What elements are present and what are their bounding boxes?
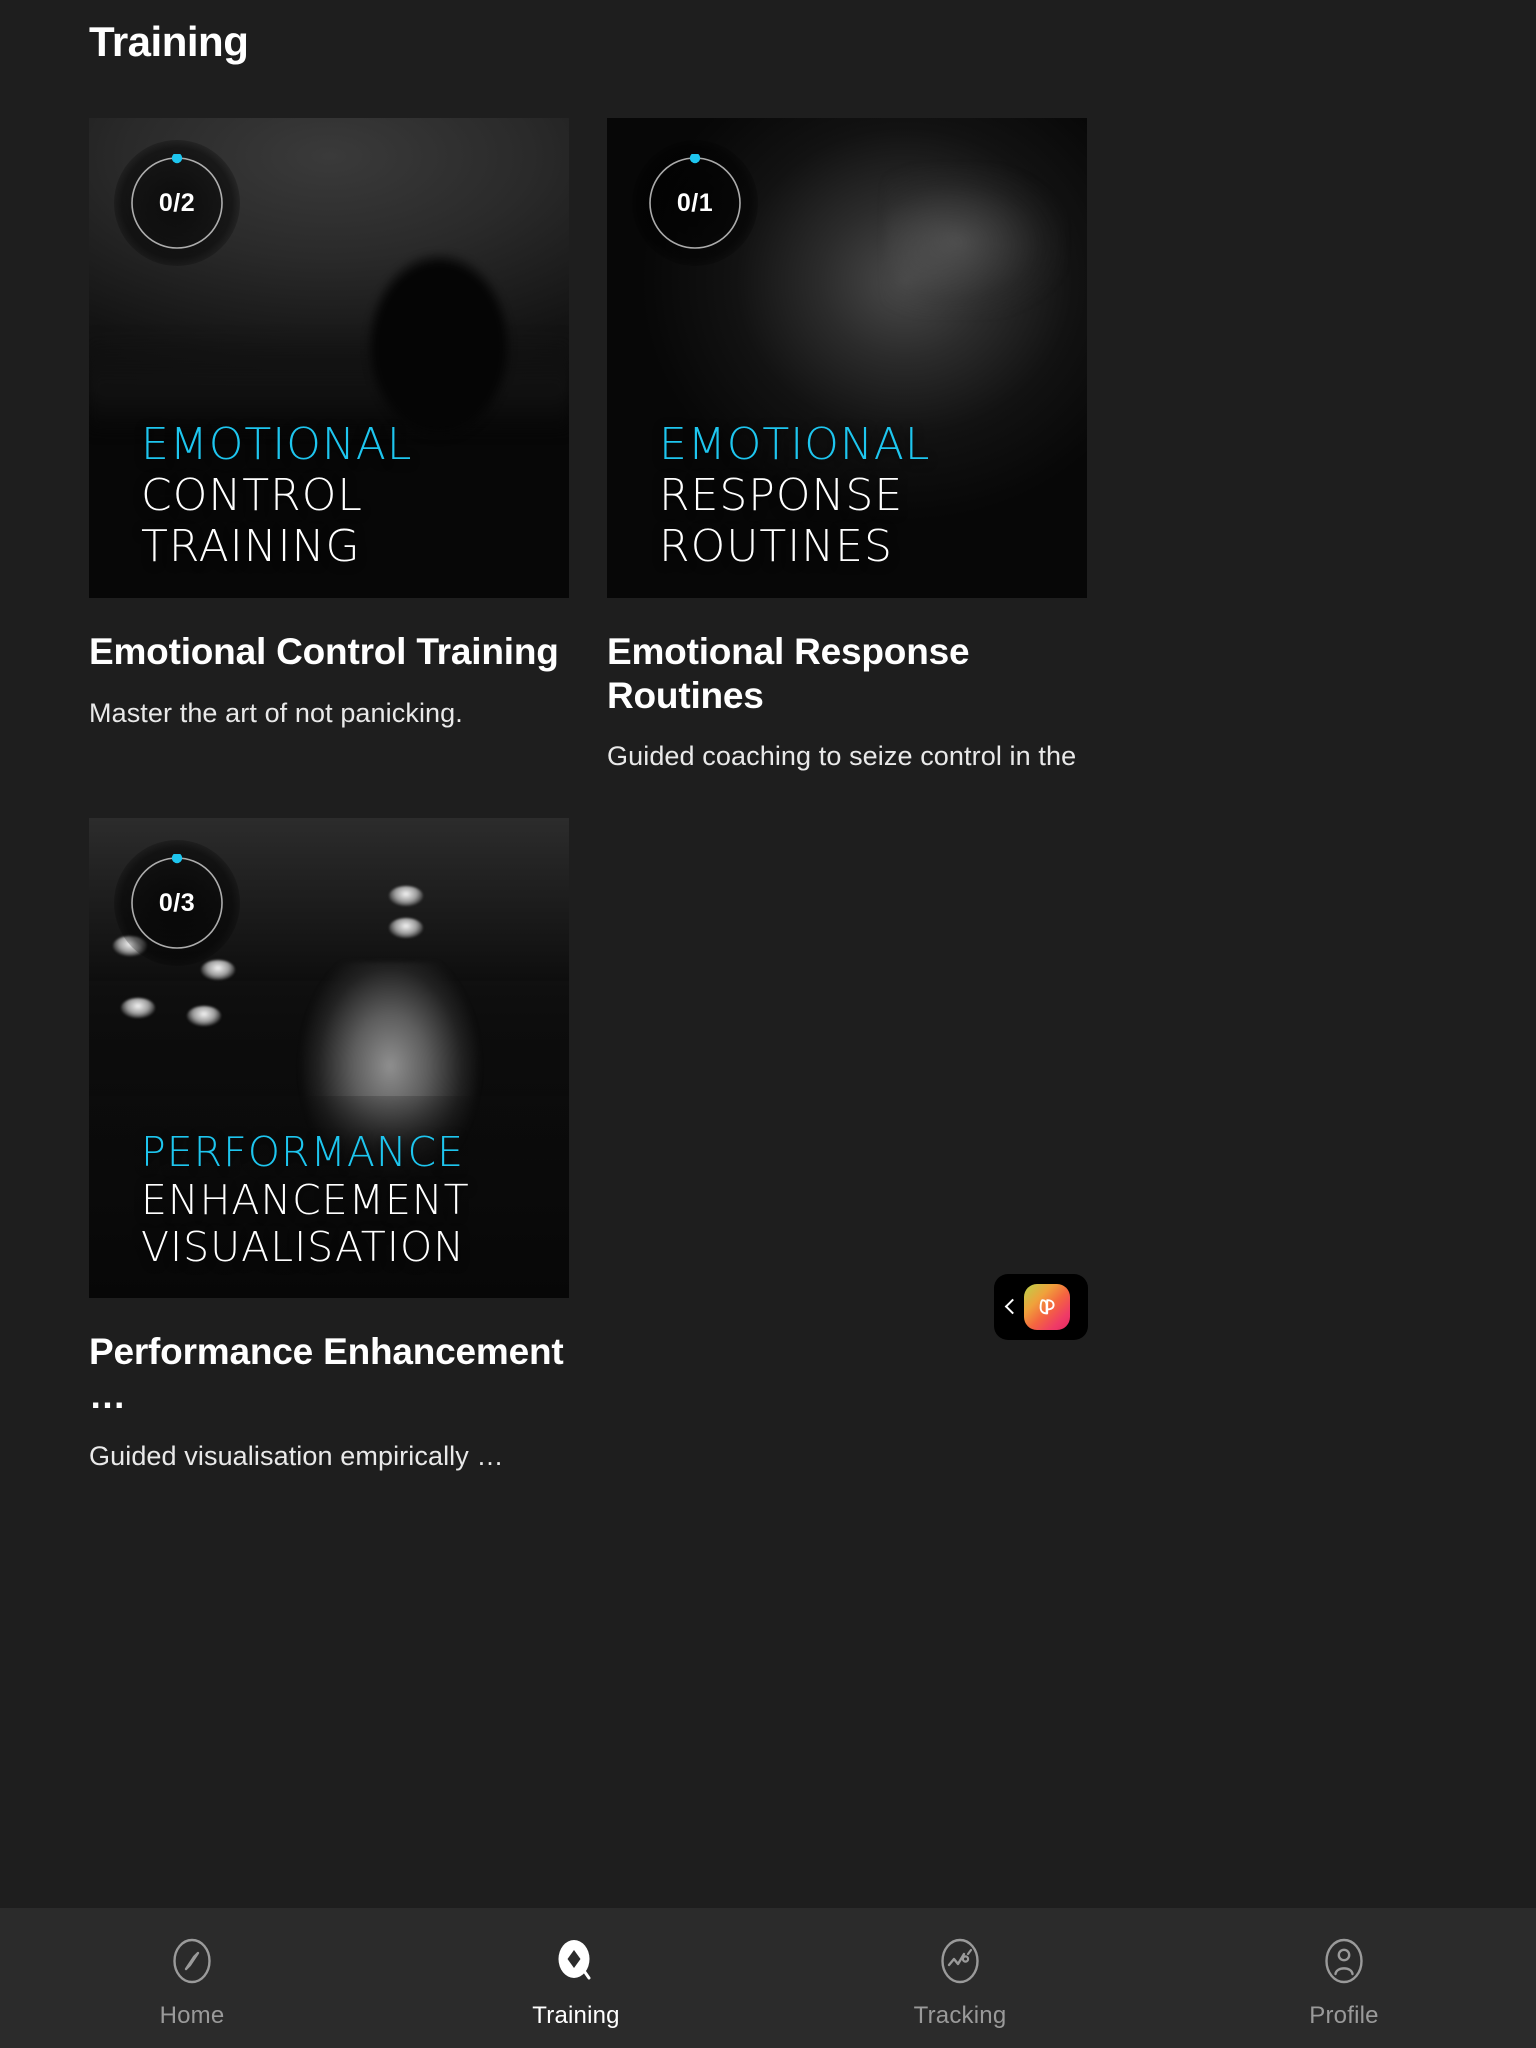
nav-label: Profile: [1309, 2001, 1379, 2029]
training-card[interactable]: 0/1 EMOTIONAL RESPONSE ROUTINES Emotiona…: [607, 118, 1087, 772]
card-description: Guided coaching to seize control in the …: [607, 741, 1087, 772]
progress-ring-label: 0/2: [158, 188, 196, 217]
card-media-caption: EMOTIONAL CONTROL TRAINING: [141, 419, 412, 572]
card-description: Guided visualisation empirically …: [89, 1441, 504, 1472]
training-card[interactable]: 0/2 EMOTIONAL CONTROL TRAINING Emotional…: [89, 118, 569, 729]
nav-label: Tracking: [913, 2001, 1007, 2029]
training-screen: Training 0/2 EMOTIONAL CONTROL TRAINING: [0, 0, 1536, 2048]
progress-ring-label: 0/1: [676, 188, 714, 217]
card-description: Master the art of not panicking.: [89, 697, 463, 728]
progress-ring-badge: 0/1: [632, 140, 758, 266]
card-title: Emotional Control Training: [89, 631, 559, 672]
caption-line-2: ENHANCEMENT: [141, 1175, 470, 1224]
progress-ring-badge: 0/3: [114, 840, 240, 966]
card-media-caption: PERFORMANCE ENHANCEMENT VISUALISATION: [141, 1129, 470, 1272]
compass-icon: [173, 1938, 211, 1983]
person-icon: [1325, 1938, 1363, 1983]
card-media[interactable]: 0/2 EMOTIONAL CONTROL TRAINING: [89, 118, 569, 598]
brand-glyph: [1039, 1299, 1055, 1315]
caption-line-2: CONTROL: [141, 469, 363, 521]
nav-item-profile[interactable]: Profile: [1152, 1908, 1536, 2048]
card-title: Emotional Response Routines: [607, 631, 970, 716]
chevron-left-icon[interactable]: [1003, 1297, 1017, 1317]
card-media-caption: EMOTIONAL RESPONSE ROUTINES: [659, 419, 930, 572]
brand-logo-icon[interactable]: [1024, 1284, 1070, 1330]
training-card[interactable]: 0/3 PERFORMANCE ENHANCEMENT VISUALISATIO…: [89, 818, 569, 1472]
card-media[interactable]: 0/1 EMOTIONAL RESPONSE ROUTINES: [607, 118, 1087, 598]
caption-line-1: PERFORMANCE: [141, 1128, 465, 1177]
caption-line-1: EMOTIONAL: [659, 418, 931, 470]
trendline-icon: [941, 1938, 979, 1983]
nav-label: Training: [532, 2001, 620, 2029]
progress-ring-label: 0/3: [158, 888, 196, 917]
caption-line-1: EMOTIONAL: [141, 418, 413, 470]
nav-item-home[interactable]: Home: [0, 1908, 384, 2048]
bottom-nav: Home Training Tracking Profile: [0, 1908, 1536, 2048]
diamond-icon: [558, 1939, 591, 1979]
card-title: Performance Enhancement …: [89, 1331, 564, 1416]
nav-item-training[interactable]: Training: [384, 1908, 768, 2048]
caption-line-3: ROUTINES: [659, 520, 893, 572]
nav-item-tracking[interactable]: Tracking: [768, 1908, 1152, 2048]
caption-line-2: RESPONSE: [659, 469, 904, 521]
caption-line-3: VISUALISATION: [141, 1223, 465, 1272]
caption-line-3: TRAINING: [141, 520, 361, 572]
progress-ring-badge: 0/2: [114, 140, 240, 266]
card-media[interactable]: 0/3 PERFORMANCE ENHANCEMENT VISUALISATIO…: [89, 818, 569, 1298]
page-title: Training: [89, 18, 249, 65]
floating-assistant-widget[interactable]: [994, 1274, 1088, 1340]
nav-label: Home: [159, 2001, 225, 2029]
